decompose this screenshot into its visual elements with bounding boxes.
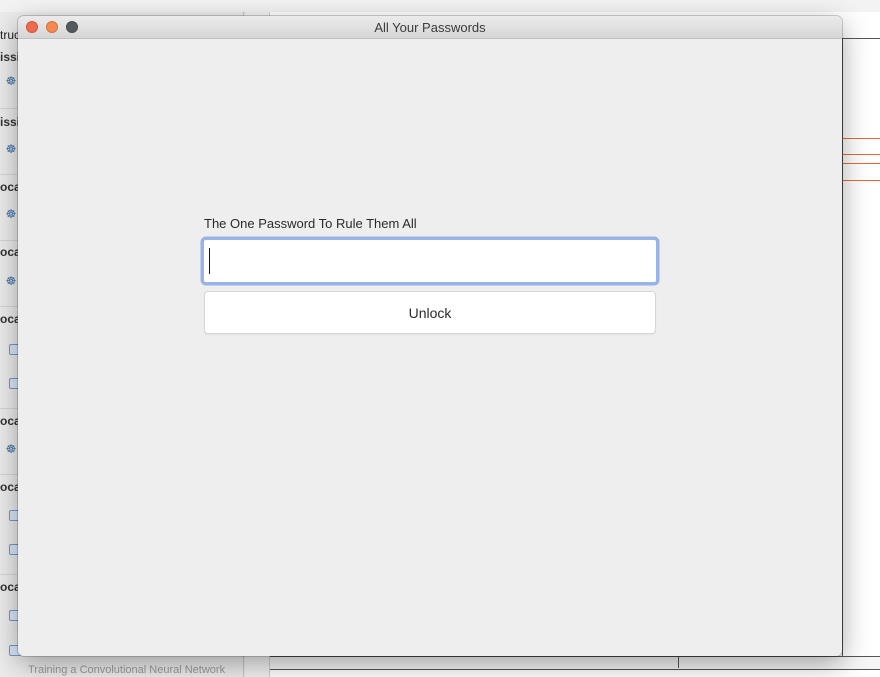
background-lower-bar: [270, 656, 880, 670]
plug-icon: ☸: [5, 142, 17, 156]
background-section-label: issi: [0, 50, 21, 64]
background-section-label: issi: [0, 115, 21, 129]
background-orange-line: [842, 138, 880, 139]
background-right-frame: [842, 38, 880, 659]
plug-icon: ☸: [5, 74, 17, 88]
background-caption: Training a Convolutional Neural Network: [28, 664, 226, 676]
background-orange-line: [842, 163, 880, 164]
app-window: All Your Passwords The One Password To R…: [18, 16, 842, 656]
background-lower-divider: [678, 656, 679, 668]
password-label: The One Password To Rule Them All: [204, 216, 417, 231]
plug-icon: ☸: [5, 274, 17, 288]
plug-icon: ☸: [5, 207, 17, 221]
window-content: The One Password To Rule Them All Unlock: [18, 39, 842, 656]
window-title: All Your Passwords: [374, 20, 486, 35]
background-orange-line: [842, 154, 880, 155]
password-input[interactable]: [203, 239, 657, 283]
plug-icon: ☸: [5, 442, 17, 456]
text-caret: [209, 248, 210, 274]
title-bar[interactable]: All Your Passwords: [18, 16, 842, 39]
background-left-header: truc: [0, 28, 21, 42]
background-orange-line: [842, 180, 880, 181]
unlock-button[interactable]: Unlock: [204, 291, 656, 334]
